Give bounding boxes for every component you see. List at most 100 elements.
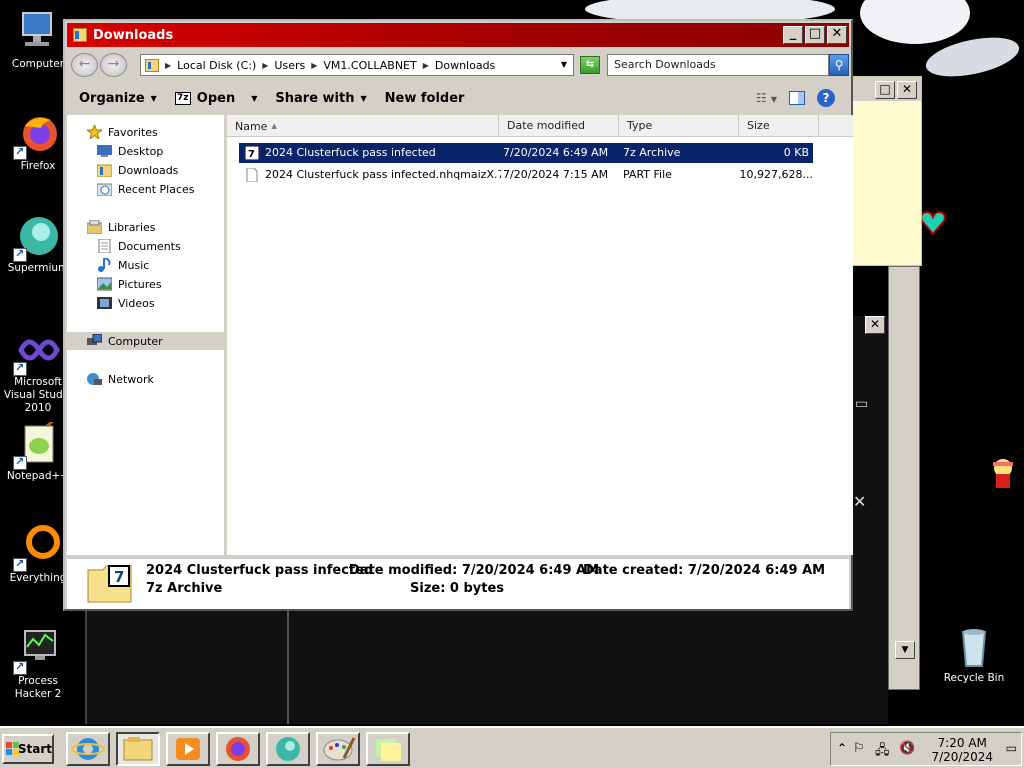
- clock-time: 7:20 AM: [937, 736, 987, 750]
- column-header-size[interactable]: Size: [739, 115, 819, 137]
- table-row[interactable]: 7 2024 Clusterfuck pass infected 7/20/20…: [239, 143, 813, 163]
- computer-icon: [15, 10, 61, 56]
- refresh-button[interactable]: ⇆: [580, 56, 600, 74]
- firefox-icon: [13, 112, 61, 160]
- videos-icon: [97, 296, 112, 310]
- 7zip-archive-icon: 7: [244, 145, 260, 161]
- open-label: Open: [196, 90, 236, 106]
- taskbar-firefox[interactable]: [216, 732, 260, 766]
- explorer-window[interactable]: Downloads _ □ ✕ ← → ▶ Local Disk (C:) ▶ …: [63, 19, 853, 611]
- breadcrumb-separator-icon[interactable]: ▶: [165, 61, 171, 70]
- organize-button[interactable]: Organize ▼: [79, 91, 157, 106]
- new-folder-button[interactable]: New folder: [385, 91, 465, 106]
- shortcut-arrow-icon: [13, 361, 27, 376]
- system-tray: ⌃ ⚐ 🖧 🔇 7:20 AM 7/20/2024 ▭: [830, 732, 1022, 766]
- maximize-icon[interactable]: □: [875, 81, 895, 99]
- taskbar: Start ⌃ ⚐ 🖧 🔇 7:20 AM 7/20/2024 ▭: [0, 726, 1024, 768]
- minimize-button[interactable]: _: [783, 26, 803, 44]
- close-button[interactable]: ✕: [827, 26, 847, 44]
- nav-item-desktop[interactable]: Desktop: [97, 142, 163, 160]
- scroll-down-button[interactable]: ▼: [895, 641, 915, 659]
- breadcrumb-users[interactable]: Users: [274, 59, 305, 72]
- background-window-lower: [85, 611, 853, 724]
- downloads-icon: [96, 163, 113, 178]
- share-with-button[interactable]: Share with ▼: [275, 91, 366, 106]
- title-bar[interactable]: Downloads _ □ ✕: [67, 23, 849, 47]
- breadcrumb-separator-icon[interactable]: ▶: [262, 61, 268, 70]
- nav-item-computer[interactable]: Computer: [67, 332, 225, 350]
- background-window-dark[interactable]: ✕ ▭ ✕: [852, 316, 888, 724]
- nav-item-documents[interactable]: Documents: [97, 237, 181, 255]
- music-icon: [97, 257, 112, 272]
- details-file-type: 7z Archive: [146, 581, 223, 596]
- action-center-flag-icon[interactable]: ⚐: [853, 741, 865, 756]
- taskbar-paint[interactable]: [316, 732, 360, 766]
- breadcrumb-local-disk[interactable]: Local Disk (C:): [177, 59, 256, 72]
- file-size: 0 KB: [783, 146, 809, 159]
- 7zip-icon: 7z: [174, 91, 191, 105]
- background-window-note[interactable]: □ ✕: [852, 76, 922, 266]
- help-icon[interactable]: ?: [817, 89, 835, 107]
- windows-logo-icon: [6, 742, 19, 756]
- breadcrumb-user[interactable]: VM1.COLLABNET: [323, 59, 416, 72]
- nav-item-downloads[interactable]: Downloads: [96, 161, 178, 179]
- file-name: 2024 Clusterfuck pass infected.nhqmaizX.…: [265, 168, 501, 181]
- volume-muted-icon[interactable]: 🔇: [899, 741, 915, 756]
- share-with-label: Share with: [275, 90, 355, 106]
- background-window-scrollbar[interactable]: ▼: [888, 266, 920, 690]
- nav-item-pictures[interactable]: Pictures: [96, 275, 162, 293]
- search-input[interactable]: Search Downloads: [607, 54, 829, 76]
- breadcrumb-downloads[interactable]: Downloads: [435, 59, 495, 72]
- taskbar-supermium[interactable]: [266, 732, 310, 766]
- preview-pane-icon[interactable]: [789, 91, 805, 105]
- maximize-button[interactable]: □: [805, 26, 825, 44]
- table-row[interactable]: 2024 Clusterfuck pass infected.nhqmaizX.…: [239, 165, 813, 185]
- file-date-modified: 7/20/2024 7:15 AM: [503, 168, 609, 181]
- show-desktop-icon[interactable]: ▭: [1006, 741, 1017, 755]
- back-button[interactable]: ←: [71, 53, 98, 77]
- nav-item-recent-places[interactable]: Recent Places: [96, 180, 195, 198]
- desktop-heart-image: [920, 208, 946, 236]
- desktop-icon: [97, 144, 112, 158]
- pictures-icon: [96, 277, 113, 291]
- internet-explorer-icon: [71, 738, 105, 760]
- open-button[interactable]: 7z Open ▼: [174, 90, 257, 106]
- nav-item-libraries[interactable]: Libraries: [86, 218, 156, 236]
- taskbar-media-player[interactable]: [166, 732, 210, 766]
- taskbar-explorer[interactable]: [116, 732, 160, 766]
- column-header-type[interactable]: Type: [619, 115, 739, 137]
- tray-expand-icon[interactable]: ⌃: [837, 741, 847, 755]
- nav-item-favorites[interactable]: Favorites: [85, 123, 158, 141]
- taskbar-sticky-notes[interactable]: [366, 732, 410, 766]
- search-icon[interactable]: ⚲: [829, 54, 849, 76]
- address-row: ← → ▶ Local Disk (C:) ▶ Users ▶ VM1.COLL…: [67, 51, 849, 79]
- taskbar-internet-explorer[interactable]: [66, 732, 110, 766]
- svg-text:7: 7: [114, 568, 124, 586]
- close-icon[interactable]: ✕: [897, 81, 917, 99]
- details-size: Size: 0 bytes: [410, 581, 505, 596]
- breadcrumb-separator-icon[interactable]: ▶: [311, 61, 317, 70]
- column-header-date-modified[interactable]: Date modified: [499, 115, 619, 137]
- column-header-name[interactable]: Name ▲: [227, 115, 499, 137]
- network-icon[interactable]: 🖧: [875, 741, 890, 763]
- address-bar[interactable]: ▶ Local Disk (C:) ▶ Users ▶ VM1.COLLABNE…: [140, 54, 574, 76]
- file-name: 2024 Clusterfuck pass infected: [265, 146, 436, 159]
- start-button[interactable]: Start: [2, 734, 54, 764]
- details-file-name: 2024 Clusterfuck pass infected: [146, 563, 374, 578]
- change-view-icon[interactable]: ☷ ▼: [756, 91, 777, 105]
- nav-item-videos[interactable]: Videos: [97, 294, 155, 312]
- forward-button[interactable]: →: [100, 53, 127, 77]
- close-x-icon[interactable]: ✕: [853, 492, 866, 511]
- address-dropdown-icon[interactable]: ▼: [561, 60, 567, 69]
- downloads-folder-icon: [145, 58, 159, 72]
- nav-label: Documents: [118, 239, 181, 253]
- nav-item-music[interactable]: Music: [97, 256, 149, 274]
- breadcrumb-separator-icon[interactable]: ▶: [423, 61, 429, 70]
- close-icon[interactable]: ✕: [865, 316, 885, 334]
- documents-icon: [97, 238, 112, 254]
- nav-item-network[interactable]: Network: [87, 370, 154, 388]
- clock[interactable]: 7:20 AM 7/20/2024: [931, 736, 993, 764]
- desktop-icon-recycle-bin[interactable]: Recycle Bin: [936, 624, 1012, 685]
- folder-icon: [73, 28, 87, 42]
- desktop-icon-process-hacker[interactable]: Process Hacker 2: [0, 627, 76, 701]
